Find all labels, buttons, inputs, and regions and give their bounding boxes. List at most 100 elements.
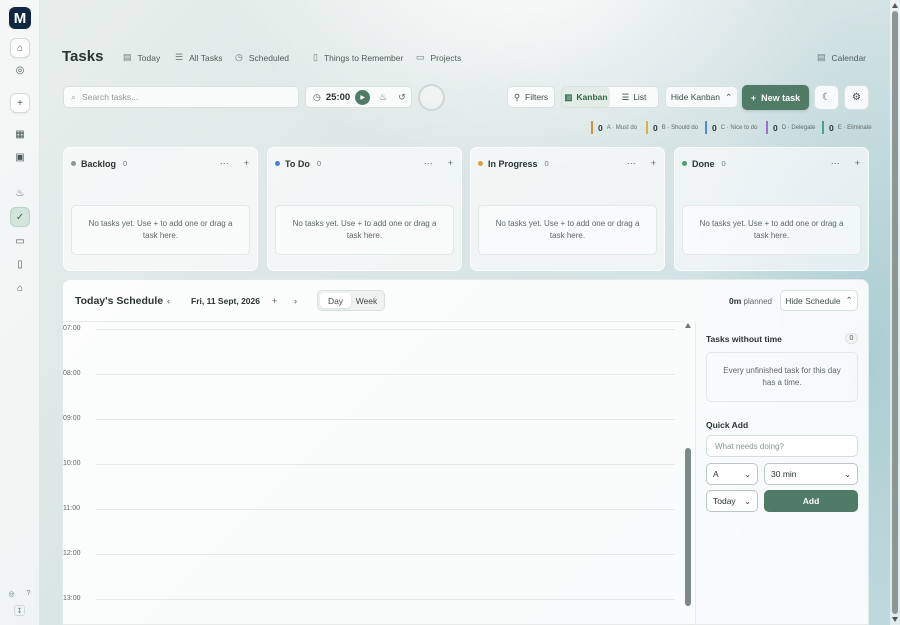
dark-mode-toggle[interactable]: ☾ xyxy=(814,85,839,110)
kanban-icon: ▥ xyxy=(564,91,573,102)
clock-icon: ◷ xyxy=(313,91,321,102)
more-icon[interactable]: ⋯ xyxy=(220,158,229,169)
column-count: 0 xyxy=(544,159,549,168)
nav-projects[interactable]: ▭ Projects xyxy=(416,52,461,63)
schedule-scrollbar[interactable] xyxy=(684,321,693,625)
reset-icon[interactable]: ↺ xyxy=(398,92,406,103)
nav-scheduled[interactable]: ◷ Scheduled xyxy=(235,52,289,63)
nav-all-tasks[interactable]: ☰ All Tasks xyxy=(175,52,222,63)
add-icon[interactable]: + xyxy=(10,93,30,113)
calendar-icon: ▤ xyxy=(817,52,826,62)
priority-legend-e: 0E · Eliminate xyxy=(822,121,872,134)
scroll-down-arrow[interactable] xyxy=(892,617,898,622)
more-icon[interactable]: ⋯ xyxy=(831,158,840,169)
book-icon[interactable]: ▯ xyxy=(10,254,30,274)
column-title: Done xyxy=(692,158,715,169)
kanban-column-in-progress: In Progress 0 ⋯ + No tasks yet. Use + to… xyxy=(470,147,665,271)
folder-icon[interactable]: ▭ xyxy=(10,231,30,251)
schedule-date: Fri, 11 Sept, 2026 xyxy=(191,296,260,306)
list-icon: ☰ xyxy=(621,91,630,102)
column-count: 0 xyxy=(123,159,128,168)
next-day-button[interactable]: › xyxy=(294,296,297,306)
timer-value: 25:00 xyxy=(325,91,351,103)
chevron-up-icon: ⌃ xyxy=(725,91,733,102)
new-task-button[interactable]: + New task xyxy=(742,85,809,110)
play-icon[interactable]: ▶ xyxy=(355,89,371,105)
home-icon[interactable]: ⌂ xyxy=(10,38,30,58)
graduation-cap-icon[interactable]: ⌂ xyxy=(10,278,30,298)
more-icon[interactable]: ⋯ xyxy=(627,158,636,169)
chevron-down-icon: ⌄ xyxy=(844,469,851,479)
hour-row: 10:00 xyxy=(63,457,684,502)
prev-day-button[interactable]: ‹ xyxy=(167,296,170,306)
column-dot xyxy=(71,161,76,166)
column-dot xyxy=(682,161,687,166)
empty-state: No tasks yet. Use + to add one or drag a… xyxy=(478,205,657,255)
column-dot xyxy=(478,161,483,166)
pin-icon[interactable]: ↧ xyxy=(14,605,25,616)
add-icon[interactable]: + xyxy=(244,158,249,169)
scroll-up-arrow[interactable] xyxy=(685,323,691,328)
priority-legend-c: 0C · Nice to do xyxy=(705,121,757,134)
empty-state: No tasks yet. Use + to add one or drag a… xyxy=(71,205,250,255)
time-grid[interactable]: 07:00 08:00 09:00 10:00 11:00 12:00 13:0… xyxy=(63,321,684,625)
quick-add-button[interactable]: Add xyxy=(764,490,858,512)
page-title: Tasks xyxy=(62,48,104,65)
more-icon[interactable]: ⋯ xyxy=(424,158,433,169)
calendar-day-icon: ▤ xyxy=(123,52,132,62)
today-schedule-panel: Today's Schedule ‹ Fri, 11 Sept, 2026 + … xyxy=(62,279,869,625)
bookmark-icon: ▯ xyxy=(313,52,318,62)
priority-legend-a: 0A · Must do xyxy=(591,121,637,134)
add-icon[interactable]: + xyxy=(855,158,860,169)
hide-kanban-button[interactable]: Hide Kanban ⌃ xyxy=(665,86,738,108)
nav-today[interactable]: ▤ Today xyxy=(123,52,160,63)
priority-legend-d: 0D · Delegate xyxy=(766,121,815,134)
app-logo[interactable]: M xyxy=(9,7,31,29)
add-schedule-button[interactable]: + xyxy=(272,296,277,306)
settings-small-icon[interactable]: ◎ xyxy=(6,588,17,599)
schedule-sidebar: Tasks without time 0 Every unfinished ta… xyxy=(695,321,870,625)
page-scrollbar[interactable] xyxy=(890,0,900,625)
gear-icon: ⚙ xyxy=(852,92,861,103)
help-icon[interactable]: ? xyxy=(23,588,34,599)
nav-things-to-remember[interactable]: ▯ Things to Remember xyxy=(313,52,403,63)
kanban-column-to-do: To Do 0 ⋯ + No tasks yet. Use + to add o… xyxy=(267,147,462,271)
tasks-check-icon[interactable]: ✓ xyxy=(10,207,30,227)
tasks-without-time-note: Every unfinished task for this day has a… xyxy=(706,352,858,402)
add-icon[interactable]: + xyxy=(651,158,656,169)
hour-row: 07:00 xyxy=(63,322,684,367)
target-icon[interactable]: ◎ xyxy=(10,60,30,80)
scroll-up-arrow[interactable] xyxy=(892,3,898,8)
day-view-button[interactable]: Day xyxy=(320,293,351,308)
kanban-view-button[interactable]: ▥ Kanban xyxy=(562,87,610,107)
duration-select[interactable]: 30 min ⌄ xyxy=(764,463,858,485)
quick-add-field[interactable] xyxy=(706,435,858,457)
day-select[interactable]: Today ⌄ xyxy=(706,490,758,512)
clock-icon: ◷ xyxy=(235,52,243,62)
tasks-without-time-title: Tasks without time xyxy=(706,334,782,344)
add-icon[interactable]: + xyxy=(448,158,453,169)
timer-mode-icon[interactable]: ♨ xyxy=(379,92,387,103)
empty-state: No tasks yet. Use + to add one or drag a… xyxy=(275,205,454,255)
filters-button[interactable]: ⚲ Filters xyxy=(507,86,555,108)
settings-button[interactable]: ⚙ xyxy=(844,85,869,110)
column-count: 0 xyxy=(316,159,321,168)
search-box[interactable]: ⌕ xyxy=(63,86,299,108)
priority-select[interactable]: A ⌄ xyxy=(706,463,758,485)
chevron-down-icon: ⌄ xyxy=(744,496,751,506)
kanban-column-backlog: Backlog 0 ⋯ + No tasks yet. Use + to add… xyxy=(63,147,258,271)
list-view-button[interactable]: ☰ List xyxy=(610,87,658,107)
week-view-button[interactable]: Week xyxy=(351,293,382,308)
empty-state: No tasks yet. Use + to add one or drag a… xyxy=(682,205,861,255)
nav-calendar[interactable]: ▤ Calendar xyxy=(817,52,866,63)
habits-icon[interactable]: ♨ xyxy=(10,183,30,203)
search-input[interactable] xyxy=(82,92,283,102)
board-icon[interactable]: ▣ xyxy=(10,147,30,167)
grid-icon[interactable]: ▦ xyxy=(10,124,30,144)
quick-add-input[interactable] xyxy=(715,441,853,451)
list-icon: ☰ xyxy=(175,52,184,62)
hide-schedule-button[interactable]: Hide Schedule ⌃ xyxy=(780,290,858,311)
scroll-thumb[interactable] xyxy=(892,11,898,614)
column-title: Backlog xyxy=(81,158,117,169)
scroll-thumb[interactable] xyxy=(685,448,691,606)
